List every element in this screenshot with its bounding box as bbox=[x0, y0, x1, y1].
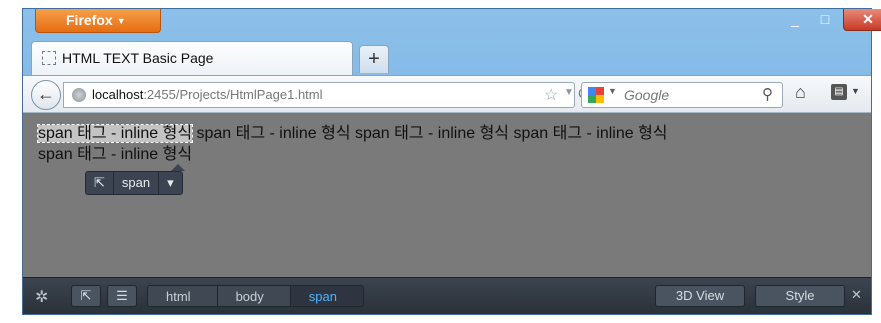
tab-bar: HTML TEXT Basic Page + bbox=[23, 41, 871, 75]
breadcrumb-span[interactable]: span bbox=[289, 285, 364, 307]
infobar-node-label[interactable]: span bbox=[114, 172, 160, 194]
span-text-line2: span 태그 - inline 형식 bbox=[38, 146, 193, 163]
breadcrumb-html[interactable]: html bbox=[147, 285, 217, 307]
page-icon bbox=[42, 51, 56, 65]
node-infobar: ⇱ span ▾ bbox=[85, 171, 183, 195]
globe-icon bbox=[72, 88, 86, 102]
screenshot-frame: Firefox ▼ _ □ ✕ HTML TEXT Basic Page + ← … bbox=[0, 0, 881, 323]
style-button[interactable]: Style bbox=[755, 285, 845, 307]
tab-html-text-basic-page[interactable]: HTML TEXT Basic Page bbox=[31, 41, 353, 75]
highlighted-span[interactable]: span 태그 - inline 형식 bbox=[36, 124, 194, 143]
search-placeholder: Google bbox=[624, 87, 670, 103]
home-icon[interactable]: ⌂ bbox=[795, 82, 806, 103]
span-text-line1: span 태그 - inline 형식 span 태그 - inline 형식 … bbox=[192, 125, 668, 142]
infobar-pointer bbox=[171, 164, 185, 171]
breadcrumb: html body span bbox=[147, 285, 364, 307]
gear-icon[interactable]: ✲ bbox=[35, 287, 48, 307]
inspect-button[interactable]: ⇱ bbox=[71, 285, 101, 307]
infobar-menu-icon[interactable]: ▾ bbox=[159, 172, 182, 194]
markup-panel-button[interactable]: ☰ bbox=[107, 285, 137, 307]
page-content: span 태그 - inline 형식 span 태그 - inline 형식 … bbox=[23, 113, 871, 277]
search-icon[interactable]: ⚲ bbox=[762, 85, 773, 103]
bookmarks-dropdown-icon[interactable]: ▼ bbox=[851, 86, 860, 96]
3d-view-button[interactable]: 3D View bbox=[655, 285, 745, 307]
firefox-menu-label: Firefox bbox=[66, 12, 113, 28]
bookmarks-icon[interactable]: ▤ bbox=[831, 84, 847, 100]
url-path: :2455/Projects/HtmlPage1.html bbox=[143, 87, 323, 102]
maximize-button[interactable]: □ bbox=[811, 9, 839, 31]
span-text-block: span 태그 - inline 형식 span 태그 - inline 형식 … bbox=[36, 123, 858, 165]
url-text: localhost:2455/Projects/HtmlPage1.html bbox=[92, 83, 323, 107]
breadcrumb-body[interactable]: body bbox=[216, 285, 290, 307]
url-bar[interactable]: localhost:2455/Projects/HtmlPage1.html ☆… bbox=[63, 82, 588, 108]
google-icon[interactable] bbox=[588, 87, 604, 103]
close-window-button[interactable]: ✕ bbox=[843, 9, 881, 31]
devtools-toolbar: ✲ ⇱ ☰ html body span 3D View Style ✕ bbox=[23, 277, 871, 314]
tab-title: HTML TEXT Basic Page bbox=[62, 50, 214, 66]
bookmark-star-icon[interactable]: ☆ bbox=[544, 85, 558, 105]
navigation-toolbar: ← localhost:2455/Projects/HtmlPage1.html… bbox=[23, 75, 871, 113]
firefox-menu-button[interactable]: Firefox ▼ bbox=[35, 9, 161, 33]
search-engine-dropdown-icon[interactable]: ▼ bbox=[608, 86, 617, 96]
pick-node-icon[interactable]: ⇱ bbox=[86, 172, 114, 194]
history-dropdown-icon[interactable]: ▼ bbox=[564, 87, 574, 98]
chevron-down-icon: ▼ bbox=[116, 16, 126, 26]
firefox-window: Firefox ▼ _ □ ✕ HTML TEXT Basic Page + ← … bbox=[22, 8, 881, 315]
search-bar[interactable]: ▼ Google ⚲ bbox=[581, 82, 783, 108]
url-host: localhost bbox=[92, 87, 144, 102]
back-button[interactable]: ← bbox=[31, 80, 61, 110]
close-devtools-icon[interactable]: ✕ bbox=[851, 287, 862, 303]
new-tab-button[interactable]: + bbox=[359, 45, 389, 73]
minimize-button[interactable]: _ bbox=[781, 9, 809, 31]
